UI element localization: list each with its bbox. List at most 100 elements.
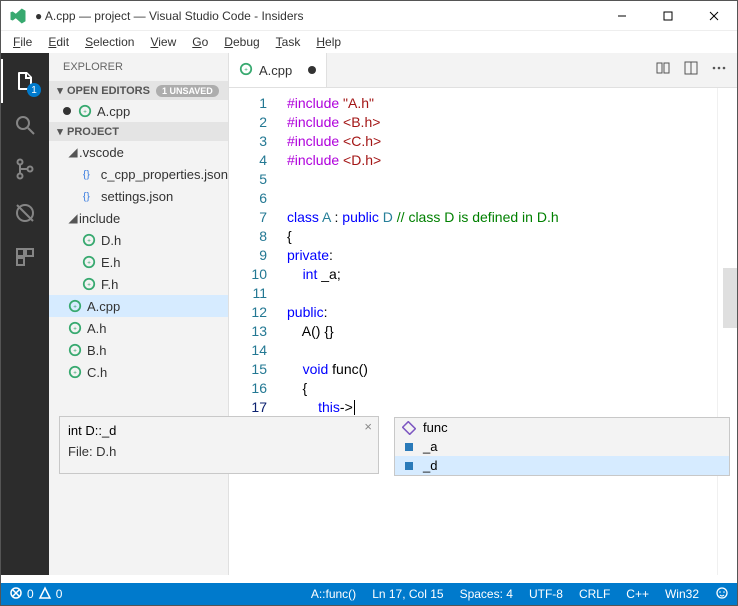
suggest-item[interactable]: func bbox=[395, 418, 729, 437]
svg-text:+: + bbox=[73, 304, 77, 311]
svg-text:+: + bbox=[244, 66, 248, 73]
cpp-file-icon: + bbox=[77, 103, 93, 119]
sidebar-title: EXPLORER bbox=[49, 53, 228, 81]
menu-task[interactable]: Task bbox=[268, 33, 309, 51]
activity-search[interactable] bbox=[1, 103, 49, 147]
svg-text:+: + bbox=[87, 238, 91, 245]
hover-file: File: D.h bbox=[68, 444, 370, 459]
tree-item[interactable]: {}c_cpp_properties.json bbox=[49, 163, 228, 185]
svg-text:+: + bbox=[83, 109, 87, 116]
minimap-thumb[interactable] bbox=[723, 268, 737, 328]
tab-bar: + A.cpp bbox=[229, 53, 737, 88]
status-feedback[interactable] bbox=[707, 586, 737, 603]
activity-extensions[interactable] bbox=[1, 235, 49, 279]
activity-git[interactable] bbox=[1, 147, 49, 191]
suggest-widget[interactable]: func_a_d bbox=[394, 417, 730, 476]
tree-item[interactable]: +F.h bbox=[49, 273, 228, 295]
svg-text:+: + bbox=[73, 326, 77, 333]
sidebar: EXPLORER ▾ OPEN EDITORS 1 UNSAVED + A.cp… bbox=[49, 53, 229, 575]
svg-text:+: + bbox=[87, 282, 91, 289]
tree-item[interactable]: +E.h bbox=[49, 251, 228, 273]
cpp-file-icon: + bbox=[81, 232, 97, 248]
project-label: PROJECT bbox=[67, 126, 119, 138]
tree-item[interactable]: +A.h bbox=[49, 317, 228, 339]
status-position[interactable]: Ln 17, Col 15 bbox=[364, 587, 451, 601]
cpp-file-icon: + bbox=[81, 276, 97, 292]
status-bar: 0 0 A::func() Ln 17, Col 15 Spaces: 4 UT… bbox=[1, 583, 737, 605]
svg-text:+: + bbox=[87, 260, 91, 267]
tree-item[interactable]: {}settings.json bbox=[49, 185, 228, 207]
field-icon bbox=[401, 439, 417, 455]
editor-area: + A.cpp 1234567891011121314151617 #inclu… bbox=[229, 53, 737, 575]
project-head[interactable]: ▾ PROJECT bbox=[49, 122, 228, 141]
close-icon[interactable]: × bbox=[364, 419, 372, 434]
explorer-badge: 1 bbox=[27, 83, 41, 97]
close-button[interactable] bbox=[691, 1, 737, 31]
dirty-dot-icon bbox=[308, 66, 316, 74]
editor-body[interactable]: 1234567891011121314151617 #include "A.h"… bbox=[229, 88, 737, 575]
tree-item[interactable]: ◢include bbox=[49, 207, 228, 229]
status-encoding[interactable]: UTF-8 bbox=[521, 587, 571, 601]
split-editor-icon[interactable] bbox=[683, 60, 699, 81]
cpp-file-icon: + bbox=[67, 298, 83, 314]
hover-tooltip: × int D::_d File: D.h bbox=[59, 416, 379, 474]
chevron-down-icon: ▾ bbox=[53, 125, 67, 138]
workspace: 1 EXPLORER ▾ OPEN EDITORS 1 UNSAVED + A.… bbox=[1, 53, 737, 575]
cpp-file-icon: + bbox=[81, 254, 97, 270]
open-editors-head[interactable]: ▾ OPEN EDITORS 1 UNSAVED bbox=[49, 81, 228, 100]
menu-edit[interactable]: Edit bbox=[40, 33, 77, 51]
svg-text:{}: {} bbox=[83, 169, 91, 181]
tree-item[interactable]: +B.h bbox=[49, 339, 228, 361]
json-file-icon: {} bbox=[81, 188, 97, 204]
maximize-button[interactable] bbox=[645, 1, 691, 31]
menu-go[interactable]: Go bbox=[184, 33, 216, 51]
tree-item[interactable]: ◢.vscode bbox=[49, 141, 228, 163]
titlebar: ● A.cpp — project — Visual Studio Code -… bbox=[1, 1, 737, 31]
suggest-item[interactable]: _a bbox=[395, 437, 729, 456]
tab-actions bbox=[645, 53, 737, 87]
tab-acpp[interactable]: + A.cpp bbox=[229, 53, 327, 87]
tab-label: A.cpp bbox=[259, 63, 292, 78]
tree-item[interactable]: +A.cpp bbox=[49, 295, 228, 317]
vscode-insiders-icon bbox=[9, 7, 27, 25]
more-icon[interactable] bbox=[711, 60, 727, 81]
code-content[interactable]: #include "A.h" #include <B.h> #include <… bbox=[279, 88, 737, 575]
line-numbers: 1234567891011121314151617 bbox=[229, 88, 279, 575]
open-editors-label: OPEN EDITORS bbox=[67, 85, 150, 97]
tree-item[interactable]: +C.h bbox=[49, 361, 228, 383]
smiley-icon bbox=[715, 586, 729, 603]
tree-item[interactable]: +D.h bbox=[49, 229, 228, 251]
cpp-file-icon: + bbox=[67, 320, 83, 336]
status-language[interactable]: C++ bbox=[618, 587, 657, 601]
json-file-icon: {} bbox=[81, 166, 97, 182]
minimap[interactable] bbox=[717, 88, 737, 575]
menu-debug[interactable]: Debug bbox=[216, 33, 267, 51]
activity-explorer[interactable]: 1 bbox=[1, 59, 49, 103]
activity-debug[interactable] bbox=[1, 191, 49, 235]
suggest-item[interactable]: _d bbox=[395, 456, 729, 475]
chevron-down-icon: ▾ bbox=[53, 84, 67, 97]
status-problems[interactable]: 0 0 bbox=[1, 586, 70, 603]
menu-view[interactable]: View bbox=[142, 33, 184, 51]
dirty-dot-icon bbox=[63, 107, 71, 115]
menu-file[interactable]: File bbox=[5, 33, 40, 51]
minimize-button[interactable] bbox=[599, 1, 645, 31]
cpp-file-icon: + bbox=[67, 364, 83, 380]
field-icon bbox=[401, 458, 417, 474]
window-controls bbox=[599, 1, 737, 31]
window-title: ● A.cpp — project — Visual Studio Code -… bbox=[35, 9, 599, 23]
activity-bar: 1 bbox=[1, 53, 49, 575]
svg-text:+: + bbox=[73, 370, 77, 377]
status-scope[interactable]: A::func() bbox=[303, 587, 364, 601]
cpp-file-icon: + bbox=[67, 342, 83, 358]
menu-selection[interactable]: Selection bbox=[77, 33, 142, 51]
warning-icon bbox=[38, 586, 52, 603]
status-target[interactable]: Win32 bbox=[657, 587, 707, 601]
method-icon bbox=[401, 420, 417, 436]
open-editor-label: A.cpp bbox=[97, 104, 130, 119]
compare-icon[interactable] bbox=[655, 60, 671, 81]
open-editor-item[interactable]: + A.cpp bbox=[49, 100, 228, 122]
status-spaces[interactable]: Spaces: 4 bbox=[452, 587, 521, 601]
menu-help[interactable]: Help bbox=[308, 33, 349, 51]
status-eol[interactable]: CRLF bbox=[571, 587, 618, 601]
